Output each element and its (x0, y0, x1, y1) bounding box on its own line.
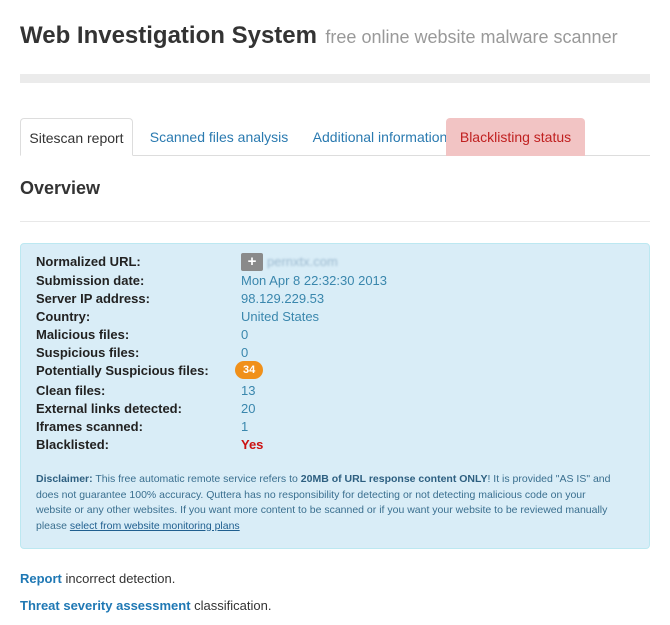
row-label: Malicious files: (36, 327, 130, 342)
row-suspicious-files: Suspicious files: 0 (36, 344, 636, 362)
row-server-ip: Server IP address: 98.129.229.53 (36, 290, 636, 308)
blacklisted-value: Yes (241, 437, 264, 452)
report-text: incorrect detection. (61, 571, 176, 586)
plus-icon[interactable]: + (241, 253, 263, 271)
row-iframes-scanned: Iframes scanned: 1 (36, 418, 636, 436)
disclaimer-lead: Disclaimer: (36, 473, 93, 485)
row-value: 13 (241, 383, 256, 398)
row-clean-files: Clean files: 13 (36, 382, 636, 400)
row-label: Blacklisted: (36, 437, 109, 452)
potentially-suspicious-count-badge[interactable]: 34 (235, 361, 264, 379)
tab-sitescan-report[interactable]: Sitescan report (20, 118, 133, 156)
row-label: Server IP address: (36, 291, 150, 306)
row-submission-date: Submission date: Mon Apr 8 22:32:30 2013 (36, 272, 636, 290)
row-country: Country: United States (36, 308, 636, 326)
row-value: 98.129.229.53 (241, 291, 325, 306)
row-label: Suspicious files: (36, 345, 140, 360)
url-input-field[interactable] (20, 83, 650, 98)
row-malicious-files: Malicious files: 0 (36, 326, 636, 344)
report-tabs: Sitescan report Scanned files analysis A… (20, 118, 650, 156)
row-value: 0 (241, 327, 249, 342)
tab-additional-information[interactable]: Additional information (300, 118, 460, 156)
row-external-links: External links detected: 20 (36, 400, 636, 418)
report-link[interactable]: Report (20, 571, 62, 586)
tab-blacklisting-status[interactable]: Blacklisting status (446, 118, 585, 156)
threat-severity-link[interactable]: Threat severity assessment (20, 598, 191, 613)
page-title: Web Investigation System (20, 22, 317, 49)
row-label: Country: (36, 309, 91, 324)
threat-line: Threat severity assessment classificatio… (20, 598, 271, 613)
tab-scanned-files-analysis[interactable]: Scanned files analysis (138, 118, 300, 156)
row-value: + pernxtx.com (241, 253, 338, 271)
row-normalized-url: Normalized URL: + pernxtx.com (36, 253, 636, 271)
row-label: Submission date: (36, 273, 145, 288)
page-subtitle: free online website malware scanner (325, 27, 618, 47)
disclaimer-text: Disclaimer: This free automatic remote s… (36, 473, 611, 532)
row-value: United States (241, 309, 320, 324)
disclaimer-emphasis: 20MB of URL response content ONLY (300, 473, 488, 485)
row-label: External links detected: (36, 401, 182, 416)
row-label: Iframes scanned: (36, 419, 143, 434)
threat-text: classification. (190, 598, 272, 613)
report-line: Report incorrect detection. (20, 571, 175, 586)
row-value: Mon Apr 8 22:32:30 2013 (241, 273, 388, 288)
row-value: 20 (241, 401, 256, 416)
row-label: Normalized URL: (36, 254, 141, 269)
row-label: Potentially Suspicious files: (36, 363, 209, 378)
divider (20, 221, 650, 222)
page-header: Web Investigation System free online web… (20, 22, 618, 50)
row-value: 1 (241, 419, 249, 434)
row-blacklisted: Blacklisted: Yes (36, 436, 636, 454)
row-potentially-suspicious-files: Potentially Suspicious files: 34 (36, 361, 636, 380)
url-input-bar[interactable] (20, 74, 650, 98)
monitoring-plans-link[interactable]: select from website monitoring plans (70, 520, 240, 532)
row-value: 0 (241, 345, 249, 360)
overview-heading: Overview (20, 178, 101, 198)
normalized-url-link[interactable]: pernxtx.com (267, 254, 338, 269)
row-label: Clean files: (36, 383, 106, 398)
overview-panel: Normalized URL: + pernxtx.com Submission … (20, 243, 650, 549)
